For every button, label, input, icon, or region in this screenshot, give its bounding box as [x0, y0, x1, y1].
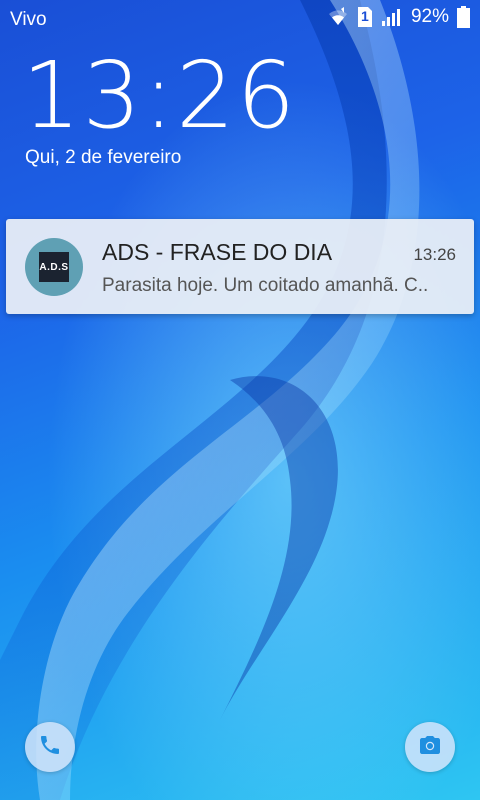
lock-screen: Vivo 1 92% 13:26 Qui, 2 de fevereiro A.D… — [0, 0, 480, 800]
phone-icon — [38, 733, 62, 762]
notification-time: 13:26 — [413, 245, 456, 264]
notification-text: Parasita hoje. Um coitado amanhã. C.. — [102, 275, 429, 296]
battery-icon — [457, 6, 470, 28]
sim-badge: 1 — [360, 8, 369, 24]
wifi-icon — [327, 7, 349, 27]
status-icons: 1 92% — [327, 6, 470, 28]
carrier-label: Vivo — [10, 9, 47, 30]
camera-shortcut-button[interactable] — [405, 722, 455, 772]
lock-date: Qui, 2 de fevereiro — [25, 147, 182, 168]
lock-clock: 13:26 — [22, 42, 298, 149]
app-icon: A.D.S — [25, 238, 83, 296]
camera-icon — [418, 733, 442, 762]
signal-icon — [381, 7, 403, 27]
notification-card[interactable]: A.D.S ADS - FRASE DO DIA 13:26 Parasita … — [6, 219, 474, 314]
phone-shortcut-button[interactable] — [25, 722, 75, 772]
notification-title: ADS - FRASE DO DIA — [102, 239, 333, 265]
battery-percent: 92% — [410, 6, 449, 27]
sim-icon: 1 — [357, 6, 373, 28]
ads-logo: A.D.S — [39, 252, 69, 282]
status-bar: Vivo 1 92% — [0, 0, 480, 38]
